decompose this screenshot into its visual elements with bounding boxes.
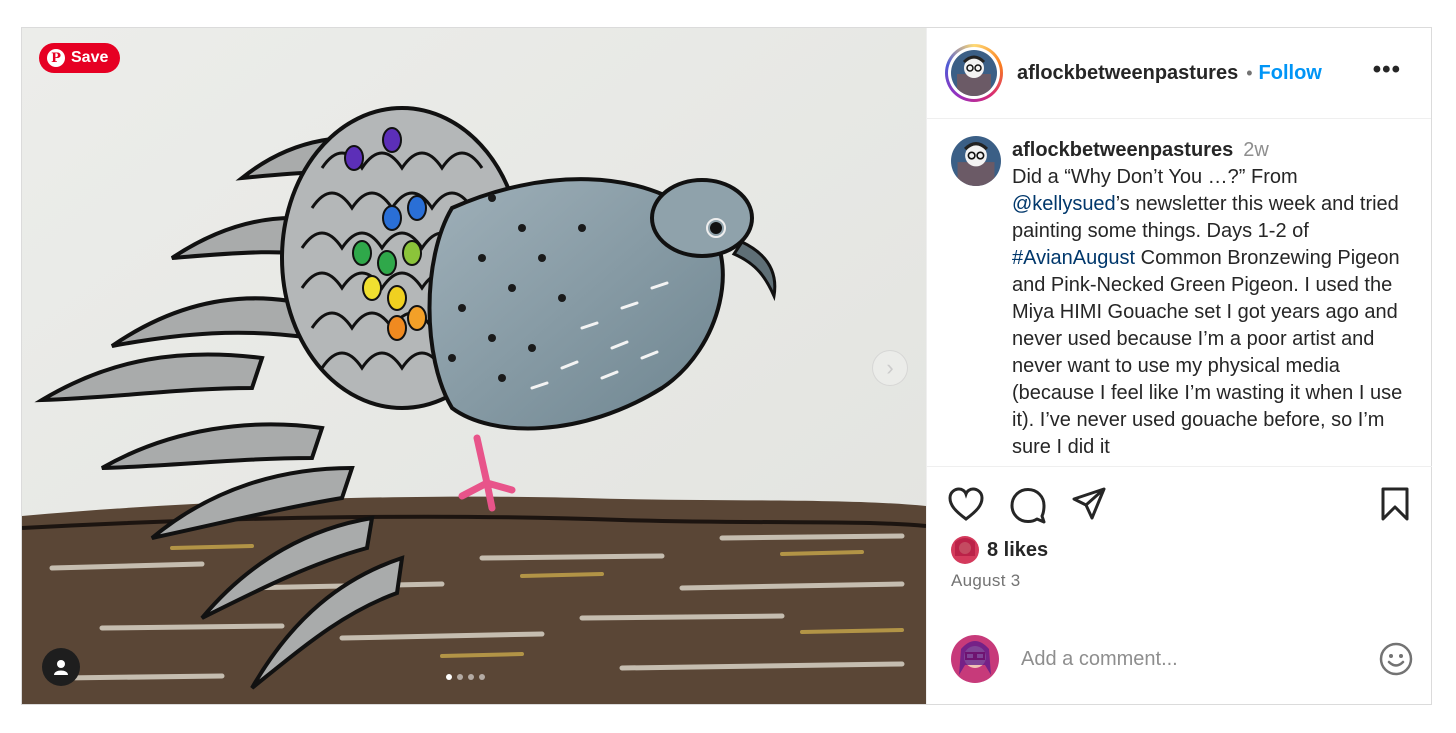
profile-avatar-story-ring[interactable] bbox=[945, 44, 1003, 102]
caption-body: Common Bronzewing Pigeon and Pink-Necked… bbox=[1012, 247, 1403, 458]
share-icon[interactable] bbox=[1071, 486, 1107, 522]
comment-icon[interactable] bbox=[1009, 486, 1047, 524]
caption-text: aflockbetweenpastures 2w Did a “Why Don’t… bbox=[1012, 137, 1417, 461]
hashtag-link[interactable]: #AvianAugust bbox=[1012, 247, 1135, 269]
pinterest-save-button[interactable]: P Save bbox=[39, 43, 121, 73]
carousel-dot bbox=[479, 674, 485, 680]
post-sidebar: aflockbetweenpastures • Follow ••• afloc… bbox=[926, 28, 1432, 704]
caption-section: aflockbetweenpastures 2w Did a “Why Don’t… bbox=[927, 119, 1432, 467]
carousel-next-button[interactable]: › bbox=[872, 350, 908, 386]
likes-count[interactable]: 8 likes bbox=[987, 539, 1048, 562]
chevron-right-icon: › bbox=[886, 355, 894, 380]
carousel-dot bbox=[457, 674, 463, 680]
mention-link[interactable]: @kellysued bbox=[1012, 193, 1116, 215]
avatar bbox=[951, 50, 997, 96]
instagram-post-embed: P Save › aflockbetweenpastures • Follow … bbox=[21, 27, 1432, 705]
person-icon bbox=[54, 660, 68, 675]
post-header: aflockbetweenpastures • Follow ••• bbox=[927, 28, 1431, 119]
comment-input[interactable] bbox=[1019, 646, 1353, 672]
tagged-users-button[interactable] bbox=[42, 648, 80, 686]
save-label: Save bbox=[71, 49, 109, 66]
liker-avatar[interactable] bbox=[951, 536, 979, 564]
post-media[interactable]: P Save › bbox=[22, 28, 926, 704]
pigeon-painting bbox=[22, 28, 926, 704]
bookmark-icon[interactable] bbox=[1379, 486, 1411, 522]
carousel-dot bbox=[446, 674, 452, 680]
carousel-dot bbox=[468, 674, 474, 680]
separator-dot: • bbox=[1246, 62, 1253, 83]
pinterest-icon: P bbox=[47, 49, 65, 67]
heart-icon[interactable] bbox=[947, 486, 985, 522]
header-username[interactable]: aflockbetweenpastures bbox=[1017, 62, 1238, 85]
carousel-indicator bbox=[446, 674, 485, 680]
likes-row: 8 likes bbox=[951, 536, 1048, 564]
follow-button[interactable]: Follow bbox=[1259, 62, 1322, 85]
more-options-icon[interactable]: ••• bbox=[1373, 58, 1401, 82]
post-date[interactable]: August 3 bbox=[951, 571, 1021, 591]
action-bar bbox=[947, 486, 1411, 526]
caption-timestamp[interactable]: 2w bbox=[1243, 139, 1269, 161]
caption-body: Did a “Why Don’t You …?” From bbox=[1012, 166, 1298, 188]
comment-composer bbox=[951, 635, 1413, 683]
caption-username[interactable]: aflockbetweenpastures bbox=[1012, 139, 1233, 161]
current-user-avatar bbox=[951, 635, 999, 683]
emoji-icon[interactable] bbox=[1379, 642, 1413, 676]
avatar[interactable] bbox=[951, 136, 1001, 186]
